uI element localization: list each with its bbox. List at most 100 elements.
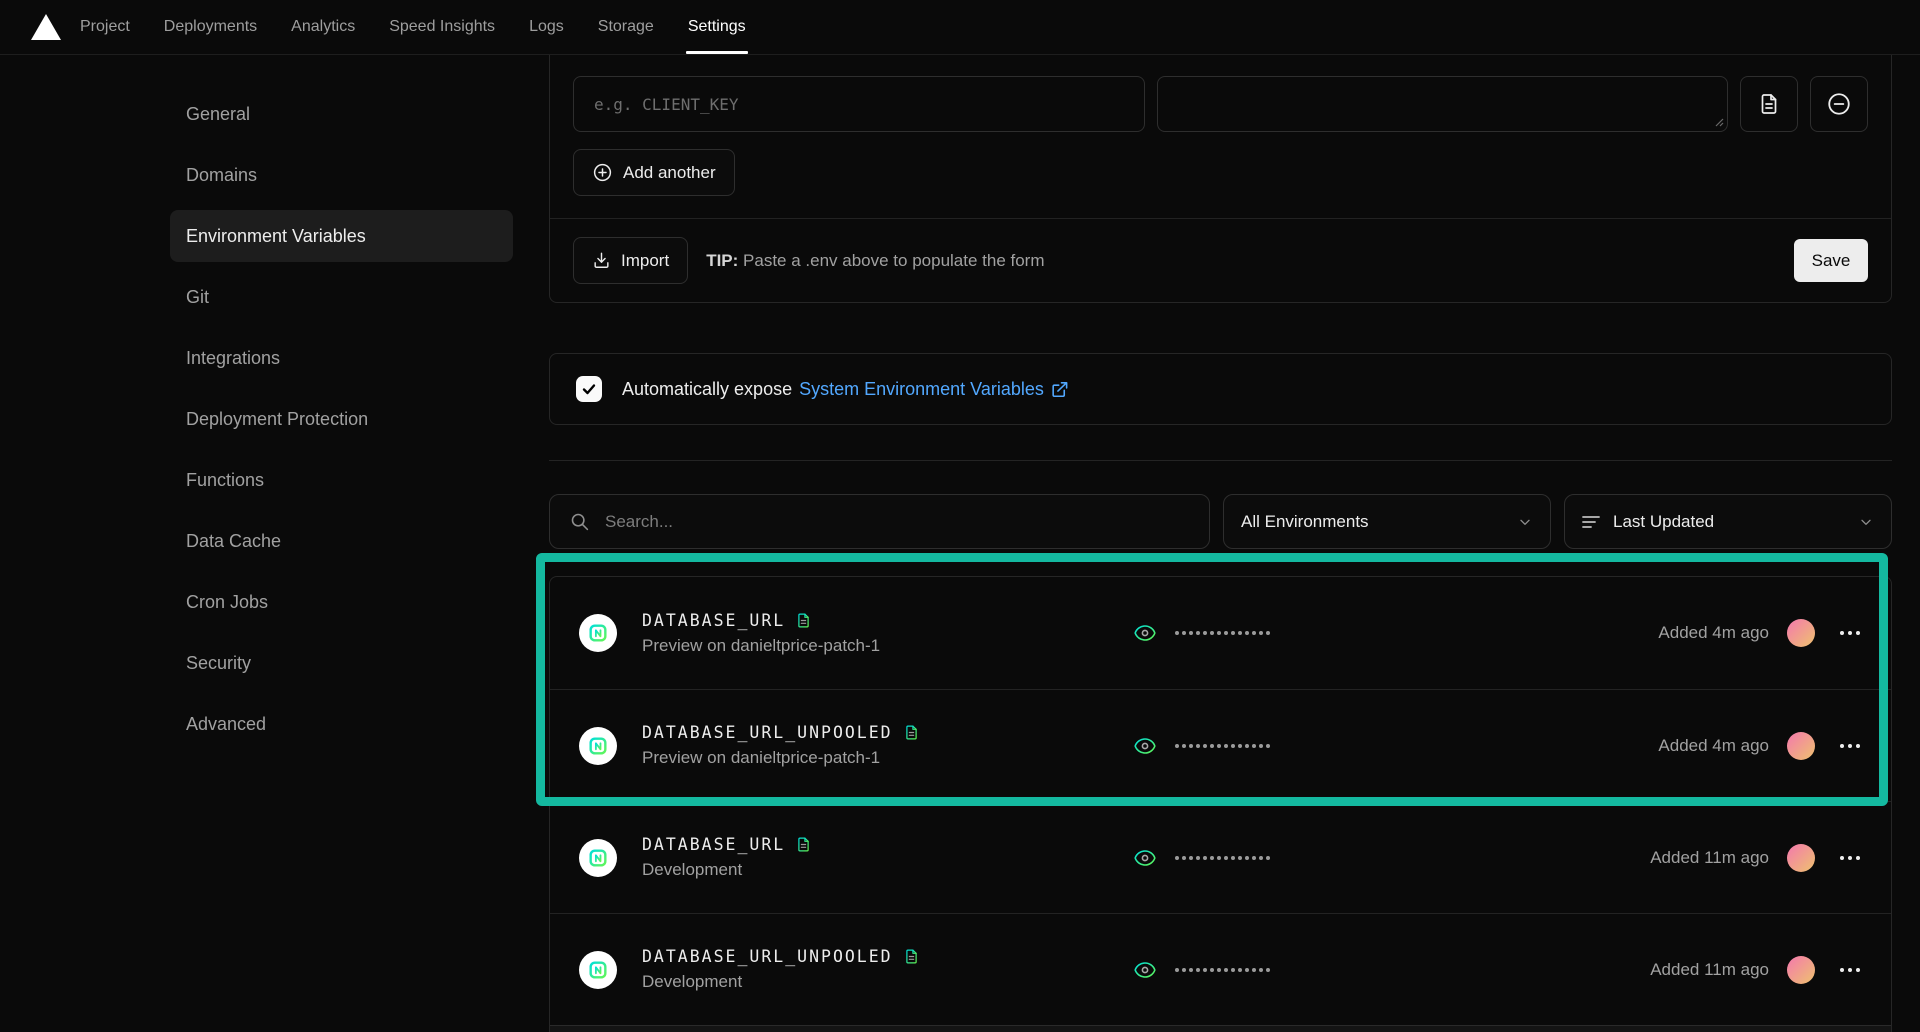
system-env-link[interactable]: System Environment Variables [799, 379, 1069, 400]
remove-row-button[interactable] [1810, 76, 1868, 132]
env-list-wrap: DATABASE_URL Preview on danieltprice-pat… [549, 576, 1892, 1032]
nav-tab-label: Settings [688, 18, 746, 36]
row-menu-button[interactable] [1833, 953, 1867, 987]
nav-tab-project[interactable]: Project [80, 0, 130, 54]
tip-body: Paste a .env above to populate the form [743, 251, 1044, 270]
expose-prefix: Automatically expose [622, 379, 792, 400]
form-footer: Import TIP: Paste a .env above to popula… [550, 219, 1891, 302]
masked-value [1175, 631, 1270, 635]
env-variable-target: Preview on danieltprice-patch-1 [642, 636, 880, 656]
env-variable-row: DATABASE_URL Preview on danieltprice-pat… [550, 577, 1891, 689]
sidebar-item-functions[interactable]: Functions [170, 454, 513, 506]
filter-row: All Environments Last Updated [549, 494, 1892, 549]
sidebar-item-domains[interactable]: Domains [170, 149, 513, 201]
nav-tab-storage[interactable]: Storage [598, 0, 654, 54]
sidebar-item-security[interactable]: Security [170, 637, 513, 689]
top-navigation: Project Deployments Analytics Speed Insight… [0, 0, 1920, 55]
eye-icon[interactable] [1132, 621, 1158, 645]
env-variable-name: DATABASE_URL_UNPOOLED [642, 723, 893, 742]
sidebar-item-environment-variables[interactable]: Environment Variables [170, 210, 513, 262]
nav-tab-settings[interactable]: Settings [688, 0, 746, 54]
added-timestamp: Added 11m ago [1650, 848, 1769, 868]
env-variable-name: DATABASE_URL_UNPOOLED [642, 947, 893, 966]
tip-text: TIP: Paste a .env above to populate the … [706, 251, 1044, 271]
row-menu-button[interactable] [1833, 616, 1867, 650]
import-button[interactable]: Import [573, 237, 688, 284]
note-icon [903, 947, 920, 966]
sidebar-item-general[interactable]: General [170, 88, 513, 140]
section-divider [549, 460, 1892, 461]
env-variable-row: DATABASE_URL_UNPOOLED Preview on danielt… [550, 689, 1891, 801]
nav-tab-label: Project [80, 18, 130, 36]
note-icon [795, 835, 812, 854]
add-another-row: Add another [550, 132, 1891, 196]
env-variable-meta: Added 4m ago [1658, 729, 1867, 763]
row-menu-button[interactable] [1833, 729, 1867, 763]
env-variable-secret [1132, 621, 1270, 645]
paste-file-button[interactable] [1740, 76, 1798, 132]
note-icon [903, 723, 920, 742]
save-button[interactable]: Save [1794, 239, 1868, 282]
add-another-label: Add another [623, 163, 716, 183]
nav-tabs: Project Deployments Analytics Speed Insight… [80, 0, 746, 54]
neon-integration-icon [579, 951, 617, 989]
nav-tab-analytics[interactable]: Analytics [291, 0, 355, 54]
eye-icon[interactable] [1132, 734, 1158, 758]
list-footer [550, 1025, 1891, 1032]
row-menu-button[interactable] [1833, 841, 1867, 875]
env-variable-row: DATABASE_URL Development Added 11m ago [550, 801, 1891, 913]
vercel-logo-icon[interactable] [30, 0, 62, 54]
avatar [1787, 956, 1815, 984]
sidebar-item-advanced[interactable]: Advanced [170, 698, 513, 750]
main-content: Add another Import TIP: Paste a .env abo… [530, 55, 1920, 1032]
masked-value [1175, 968, 1270, 972]
nav-tab-label: Speed Insights [389, 18, 495, 36]
masked-value [1175, 744, 1270, 748]
nav-tab-label: Logs [529, 18, 564, 36]
external-link-icon [1050, 380, 1069, 399]
env-variable-row: DATABASE_URL_UNPOOLED Development Added … [550, 913, 1891, 1025]
chevron-down-icon [1858, 514, 1874, 530]
added-timestamp: Added 4m ago [1658, 736, 1769, 756]
env-value-textarea[interactable] [1157, 76, 1728, 132]
nav-tab-speed-insights[interactable]: Speed Insights [389, 0, 495, 54]
added-timestamp: Added 4m ago [1658, 623, 1769, 643]
env-variable-secret [1132, 734, 1270, 758]
sidebar-item-deployment-protection[interactable]: Deployment Protection [170, 393, 513, 445]
env-variable-secret [1132, 846, 1270, 870]
sidebar-item-data-cache[interactable]: Data Cache [170, 515, 513, 567]
neon-integration-icon [579, 727, 617, 765]
env-variable-text: DATABASE_URL Development [642, 835, 812, 880]
env-variable-target: Development [642, 860, 812, 880]
sort-filter-select[interactable]: Last Updated [1564, 494, 1892, 549]
eye-icon[interactable] [1132, 846, 1158, 870]
avatar [1787, 619, 1815, 647]
avatar [1787, 732, 1815, 760]
search-input[interactable] [605, 512, 1190, 532]
neon-integration-icon [579, 614, 617, 652]
env-variable-meta: Added 4m ago [1658, 616, 1867, 650]
settings-sidebar: General Domains Environment Variables Git In… [0, 55, 530, 1032]
sort-lines-icon [1582, 514, 1601, 530]
env-key-input[interactable] [573, 76, 1145, 132]
environment-filter-value: All Environments [1241, 512, 1369, 532]
env-variable-list: DATABASE_URL Preview on danieltprice-pat… [549, 576, 1892, 1032]
nav-tab-logs[interactable]: Logs [529, 0, 564, 54]
nav-tab-deployments[interactable]: Deployments [164, 0, 257, 54]
search-box [549, 494, 1210, 549]
add-another-button[interactable]: Add another [573, 149, 735, 196]
masked-value [1175, 856, 1270, 860]
environment-filter-select[interactable]: All Environments [1223, 494, 1551, 549]
neon-integration-icon [579, 839, 617, 877]
eye-icon[interactable] [1132, 958, 1158, 982]
env-variable-meta: Added 11m ago [1650, 953, 1867, 987]
env-variable-target: Development [642, 972, 920, 992]
nav-tab-label: Analytics [291, 18, 355, 36]
tip-label: TIP: [706, 251, 738, 270]
sidebar-item-cron-jobs[interactable]: Cron Jobs [170, 576, 513, 628]
note-icon [795, 611, 812, 630]
sidebar-item-integrations[interactable]: Integrations [170, 332, 513, 384]
sidebar-item-git[interactable]: Git [170, 271, 513, 323]
expose-checkbox[interactable] [576, 376, 602, 402]
import-label: Import [621, 251, 669, 271]
